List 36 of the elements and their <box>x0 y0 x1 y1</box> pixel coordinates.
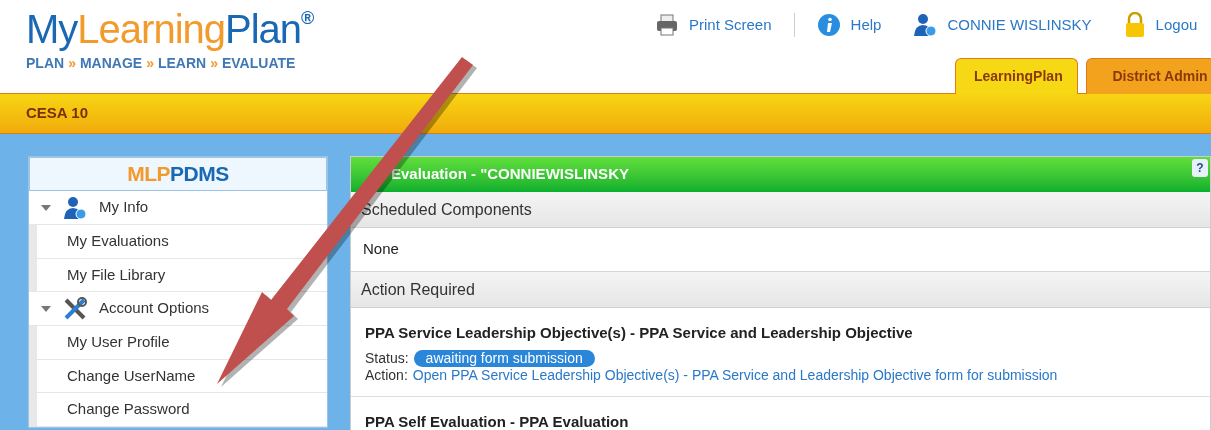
printer-icon <box>655 13 679 37</box>
user-icon <box>913 13 938 37</box>
info-icon <box>816 13 841 37</box>
action-label: Action: <box>365 366 408 384</box>
status-badge: awaiting form submission <box>413 349 595 367</box>
sidebar-brand: MLPPDMS <box>29 157 327 191</box>
registered-mark: ® <box>301 9 315 27</box>
top-link[interactable]: Print Screen <box>689 13 772 37</box>
tagline-text: » <box>68 54 76 73</box>
sidebar-item[interactable]: Change Password <box>29 393 327 427</box>
tagline-text: PLAN <box>26 54 65 73</box>
top-link[interactable]: Logou <box>1155 13 1198 37</box>
help-button[interactable]: ? <box>1192 159 1208 177</box>
sidebar-group[interactable]: My Info <box>29 191 327 225</box>
tagline-text: MANAGE <box>79 54 143 73</box>
panel-title: Evaluation - "CONNIEWISLINSKY <box>391 164 629 185</box>
section-heading: Action Required <box>351 272 1210 308</box>
task-title: PPA Self Evaluation - PPA Evaluation <box>365 411 629 430</box>
section-text: None <box>363 239 399 260</box>
logo-text: MyLearningPlan <box>26 9 302 49</box>
tagline-text: LEARN <box>157 54 207 73</box>
status-label: Status: <box>365 349 409 367</box>
tab[interactable]: District Admin <box>1086 58 1211 94</box>
top-link[interactable]: Help <box>850 13 882 37</box>
tools-icon <box>63 296 87 321</box>
tagline-text: » <box>210 54 218 73</box>
tagline-text: EVALUATE <box>222 54 296 73</box>
section-heading: Scheduled Components <box>351 192 1210 228</box>
lock-icon <box>1123 12 1146 38</box>
action-link[interactable]: Open PPA Service Leadership Objective(s) - PPA Service and Leadership Objective form for submission <box>412 366 1058 384</box>
task-title: PPA Service Leadership Objective(s) - PPA Service and Leadership Objective <box>365 323 913 343</box>
org-name: CESA 10 <box>26 103 88 124</box>
tab[interactable]: LearningPlan <box>955 58 1078 94</box>
top-link[interactable]: CONNIE WISLINSKY <box>947 13 1092 37</box>
user-icon <box>63 195 87 220</box>
tagline-text: » <box>146 54 154 73</box>
